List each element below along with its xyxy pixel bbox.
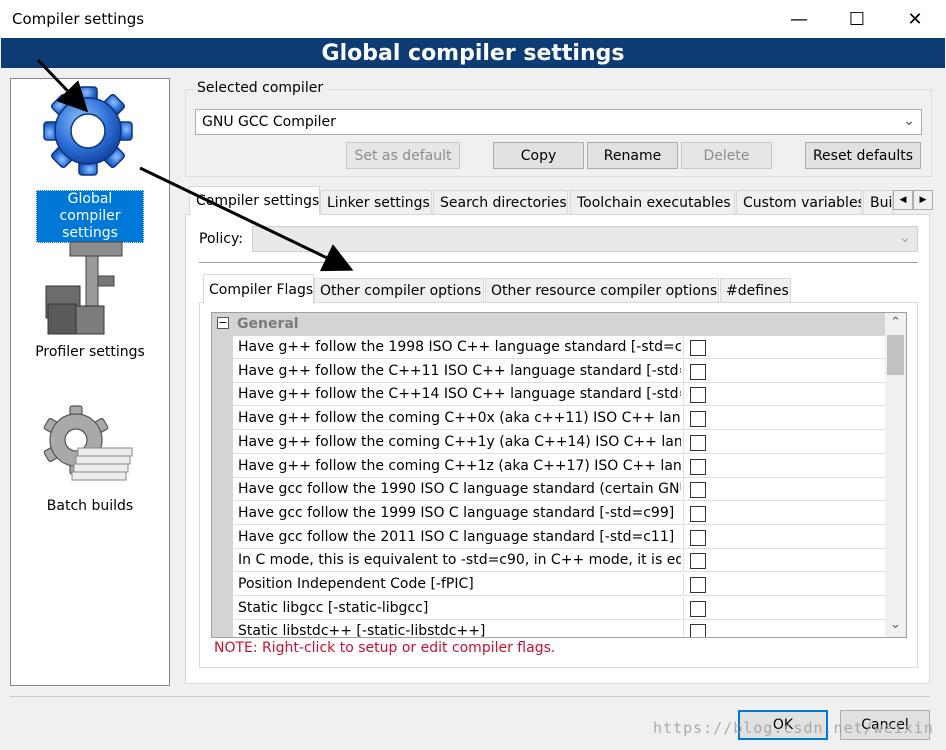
flag-checkbox[interactable] [690, 482, 706, 498]
flag-label: Have gcc follow the 1999 ISO C language … [238, 505, 675, 521]
flag-label: Have g++ follow the coming C++1z (aka C+… [238, 458, 681, 474]
flag-row[interactable]: Static libstdc++ [-static-libstdc++] [233, 620, 885, 637]
column-divider [683, 383, 684, 406]
flag-label: Have gcc follow the 1990 ISO C language … [238, 481, 681, 497]
flag-checkbox[interactable] [690, 459, 706, 475]
note-text: NOTE: Right-click to setup or edit compi… [214, 640, 556, 656]
column-divider [683, 478, 684, 501]
flag-checkbox[interactable] [690, 530, 706, 546]
flag-row[interactable]: Have g++ follow the C++11 ISO C++ langua… [233, 360, 885, 383]
flag-checkbox[interactable] [690, 340, 706, 356]
flag-checkbox[interactable] [690, 601, 706, 617]
flag-checkbox[interactable] [690, 577, 706, 593]
divider [10, 696, 930, 697]
flag-label: In C mode, this is equivalent to -std=c9… [238, 552, 681, 568]
scrollbar-thumb[interactable] [887, 335, 904, 375]
flag-row[interactable]: Have g++ follow the coming C++0x (aka c+… [233, 407, 885, 430]
flag-label: Static libgcc [-static-libgcc] [238, 600, 429, 616]
flag-checkbox[interactable] [690, 387, 706, 403]
column-divider [683, 360, 684, 383]
flag-checkbox[interactable] [690, 553, 706, 569]
grid-scrollbar[interactable]: ⌃ ⌄ [885, 313, 906, 637]
flag-row[interactable]: In C mode, this is equivalent to -std=c9… [233, 549, 885, 572]
flag-label: Have g++ follow the 1998 ISO C++ languag… [238, 339, 681, 355]
flag-label: Static libstdc++ [-static-libstdc++] [238, 623, 486, 637]
column-divider [683, 549, 684, 572]
column-divider [683, 336, 684, 359]
flag-row[interactable]: Static libgcc [-static-libgcc] [233, 597, 885, 620]
flag-row[interactable]: Have gcc follow the 1999 ISO C language … [233, 502, 885, 525]
flag-label: Have g++ follow the C++14 ISO C++ langua… [238, 386, 681, 402]
flag-checkbox[interactable] [690, 364, 706, 380]
flag-checkbox[interactable] [690, 624, 706, 637]
flag-checkbox[interactable] [690, 435, 706, 451]
flag-row[interactable]: Have gcc follow the 1990 ISO C language … [233, 478, 885, 501]
flag-label: Have g++ follow the coming C++1y (aka C+… [238, 434, 681, 450]
column-divider [683, 431, 684, 454]
flag-row[interactable]: Position Independent Code [-fPIC] [233, 573, 885, 596]
flag-label: Have g++ follow the C++11 ISO C++ langua… [238, 363, 681, 379]
column-divider [683, 573, 684, 596]
flag-checkbox[interactable] [690, 411, 706, 427]
column-divider [683, 502, 684, 525]
column-divider [683, 407, 684, 430]
flag-row[interactable]: Have g++ follow the C++14 ISO C++ langua… [233, 383, 885, 406]
flag-row[interactable]: Have g++ follow the coming C++1z (aka C+… [233, 455, 885, 478]
column-divider [683, 455, 684, 478]
column-divider [683, 597, 684, 620]
watermark: https://blog.csdn.net/weixin [653, 719, 934, 737]
chevron-up-icon[interactable]: ⌃ [885, 315, 906, 330]
flag-label: Position Independent Code [-fPIC] [238, 576, 474, 592]
flag-row[interactable]: Have gcc follow the 2011 ISO C language … [233, 526, 885, 549]
flag-row[interactable]: Have g++ follow the coming C++1y (aka C+… [233, 431, 885, 454]
chevron-down-icon[interactable]: ⌄ [885, 617, 906, 632]
flag-row[interactable]: Have g++ follow the 1998 ISO C++ languag… [233, 336, 885, 359]
flag-checkbox[interactable] [690, 506, 706, 522]
flag-label: Have gcc follow the 2011 ISO C language … [238, 529, 675, 545]
column-divider [683, 620, 684, 637]
flag-label: Have g++ follow the coming C++0x (aka c+… [238, 410, 681, 426]
column-divider [683, 526, 684, 549]
